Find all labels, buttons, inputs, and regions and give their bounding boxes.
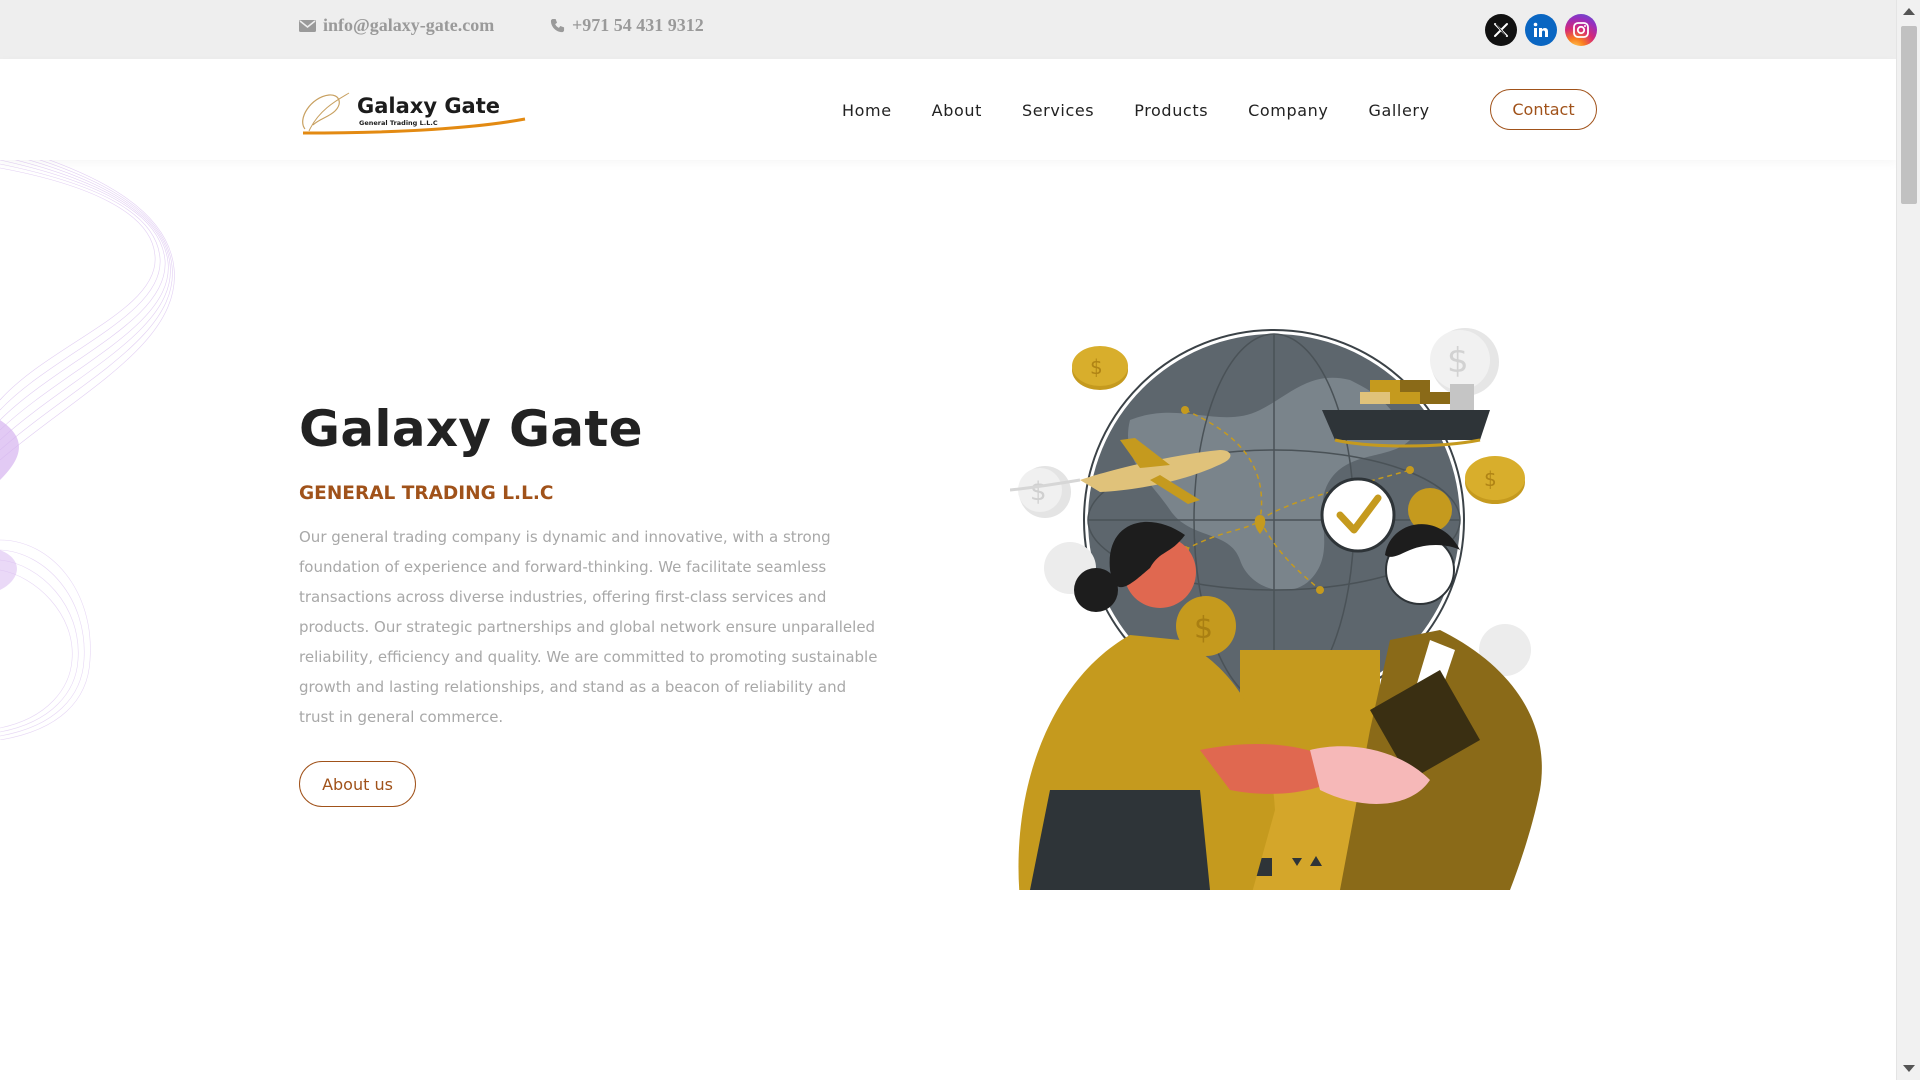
- email-text: info@galaxy-gate.com: [323, 15, 495, 35]
- instagram-icon[interactable]: [1565, 14, 1597, 46]
- svg-text:$: $: [1447, 341, 1469, 381]
- x-twitter-icon[interactable]: [1485, 14, 1517, 46]
- svg-text:Galaxy Gate: Galaxy Gate: [357, 94, 500, 118]
- nav-gallery[interactable]: Gallery: [1368, 101, 1429, 120]
- scroll-up-arrow-icon[interactable]: [1903, 8, 1915, 15]
- hero-description: Our general trading company is dynamic a…: [299, 528, 878, 726]
- brand-logo[interactable]: Galaxy Gate General Trading L.L.C: [299, 89, 529, 135]
- nav-about[interactable]: About: [932, 101, 982, 120]
- hero-title: Galaxy Gate: [299, 400, 643, 458]
- svg-text:$: $: [1194, 611, 1213, 646]
- svg-text:$: $: [1030, 477, 1047, 507]
- linkedin-icon[interactable]: [1525, 14, 1557, 46]
- phone-link[interactable]: +971 54 431 9312: [550, 15, 704, 36]
- svg-text:$: $: [1090, 355, 1103, 379]
- site-header: Galaxy Gate General Trading L.L.C Home A…: [0, 59, 1896, 160]
- scroll-down-arrow-icon[interactable]: [1903, 1065, 1915, 1072]
- trade-handshake-illustration: $ $ $ $ $: [1010, 328, 1542, 890]
- scrollbar-thumb[interactable]: [1901, 26, 1917, 204]
- instagram-glyph: [1573, 22, 1589, 38]
- nav-home[interactable]: Home: [842, 101, 892, 120]
- top-contact-bar: info@galaxy-gate.com +971 54 431 9312: [0, 0, 1896, 59]
- nav-products[interactable]: Products: [1134, 101, 1208, 120]
- phone-icon: [550, 18, 565, 33]
- x-logo-glyph: [1494, 23, 1508, 37]
- email-link[interactable]: info@galaxy-gate.com: [299, 15, 494, 36]
- decorative-wave-lines: [0, 160, 175, 740]
- svg-text:$: $: [1484, 467, 1497, 491]
- nav-company[interactable]: Company: [1248, 101, 1328, 120]
- galaxy-gate-logo-mark: Galaxy Gate General Trading L.L.C: [302, 92, 526, 135]
- main-nav: Home About Services Products Company Gal…: [842, 101, 1470, 120]
- phone-text: +971 54 431 9312: [572, 15, 704, 35]
- contact-button[interactable]: Contact: [1490, 89, 1597, 130]
- about-us-button[interactable]: About us: [299, 761, 416, 807]
- linkedin-glyph: [1533, 22, 1548, 37]
- envelope-icon: [299, 19, 316, 32]
- page-scrollbar[interactable]: [1896, 0, 1920, 1080]
- svg-text:General Trading L.L.C: General Trading L.L.C: [359, 119, 438, 127]
- nav-services[interactable]: Services: [1022, 101, 1094, 120]
- hero-subtitle: GENERAL TRADING L.L.C: [299, 483, 554, 504]
